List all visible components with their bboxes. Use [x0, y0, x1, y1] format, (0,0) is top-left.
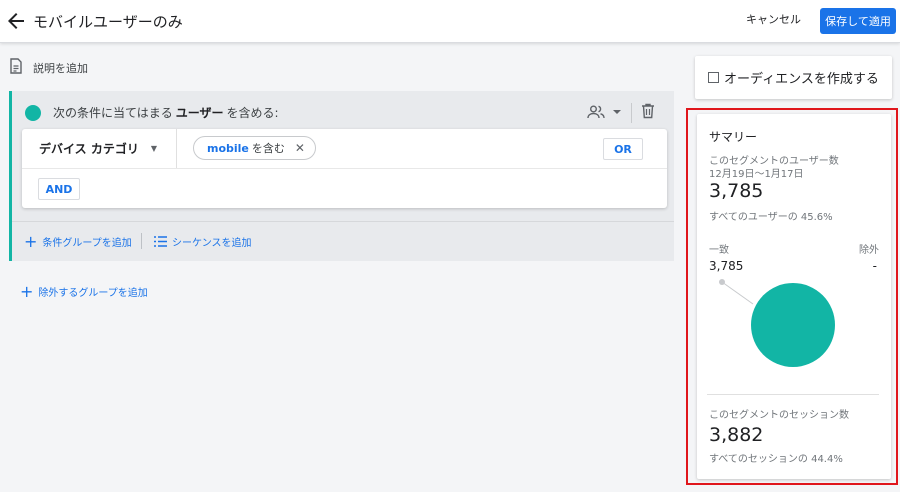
- scope-selector[interactable]: [587, 105, 623, 119]
- card-divider: [176, 129, 177, 168]
- condition-group-header: 次の条件に当てはまる ユーザー を含める:: [25, 104, 279, 121]
- add-sequence-label: シーケンスを追加: [172, 238, 252, 249]
- pie-slice-match: [751, 283, 835, 367]
- pie-leader-line: [721, 281, 754, 305]
- save-and-apply-button[interactable]: 保存して適用: [820, 8, 896, 34]
- condition-scope: ユーザー: [175, 106, 224, 120]
- add-condition-group-button[interactable]: + 条件グループを追加: [24, 231, 132, 251]
- chip-operator: を含む: [251, 142, 285, 155]
- add-description-label: 説明を追加: [33, 61, 88, 75]
- list-icon: [154, 236, 167, 247]
- add-sequence-button[interactable]: シーケンスを追加: [154, 234, 252, 249]
- sessions-value: 3,882: [709, 424, 764, 446]
- group-footer: + 条件グループを追加 シーケンスを追加: [12, 221, 674, 261]
- pie-leader-dot: [719, 279, 725, 285]
- checkbox-icon: [708, 72, 719, 83]
- condition-prefix: 次の条件に当てはまる: [53, 106, 173, 120]
- sessions-percentage: すべてのセッションの 44.4%: [709, 454, 843, 465]
- document-icon: [9, 58, 23, 77]
- header-divider: [631, 103, 632, 123]
- summary-card: サマリー このセグメントのユーザー数 12月19日〜1月17日 3,785 すべ…: [697, 114, 891, 479]
- summary-divider: [707, 394, 879, 395]
- top-bar: モバイルユーザーのみ キャンセル 保存して適用: [0, 0, 900, 43]
- caret-down-icon: ▼: [150, 144, 157, 153]
- delete-group-button[interactable]: [641, 103, 655, 122]
- page-title: モバイルユーザーのみ: [33, 13, 183, 31]
- add-description-link[interactable]: 説明を追加: [9, 58, 88, 77]
- plus-icon: +: [24, 231, 38, 251]
- back-arrow-icon[interactable]: [4, 9, 28, 33]
- create-audience-label: オーディエンスを作成する: [724, 72, 879, 87]
- condition-card: デバイス カテゴリ ▼ mobile を含む ✕ OR AND: [22, 129, 667, 208]
- condition-group: 次の条件に当てはまる ユーザー を含める: デバイス カテゴリ ▼ mobile…: [9, 91, 674, 261]
- match-pie-chart: [719, 279, 835, 367]
- or-button[interactable]: OR: [603, 138, 643, 160]
- cancel-button[interactable]: キャンセル: [746, 11, 801, 27]
- dimension-selector[interactable]: デバイス カテゴリ ▼: [39, 140, 157, 157]
- footer-divider: [141, 233, 142, 249]
- add-exclude-group-label: 除外するグループを追加: [38, 288, 148, 299]
- group-color-dot: [25, 104, 41, 121]
- add-condition-group-label: 条件グループを追加: [42, 238, 132, 249]
- chevron-down-icon: [613, 110, 621, 114]
- create-audience-button[interactable]: オーディエンスを作成する: [695, 56, 892, 99]
- dimension-label: デバイス カテゴリ: [39, 142, 139, 156]
- trash-icon: [642, 103, 654, 119]
- card-row-divider: [22, 168, 667, 169]
- condition-suffix: を含める:: [226, 106, 279, 120]
- people-icon: [587, 105, 605, 119]
- and-button[interactable]: AND: [38, 178, 80, 200]
- chip-keyword: mobile: [207, 141, 249, 155]
- sessions-label: このセグメントのセッション数: [709, 410, 849, 421]
- add-exclude-group-button[interactable]: + 除外するグループを追加: [20, 281, 148, 301]
- condition-chip[interactable]: mobile を含む ✕: [193, 136, 316, 160]
- close-icon[interactable]: ✕: [295, 141, 305, 155]
- plus-icon: +: [20, 281, 34, 301]
